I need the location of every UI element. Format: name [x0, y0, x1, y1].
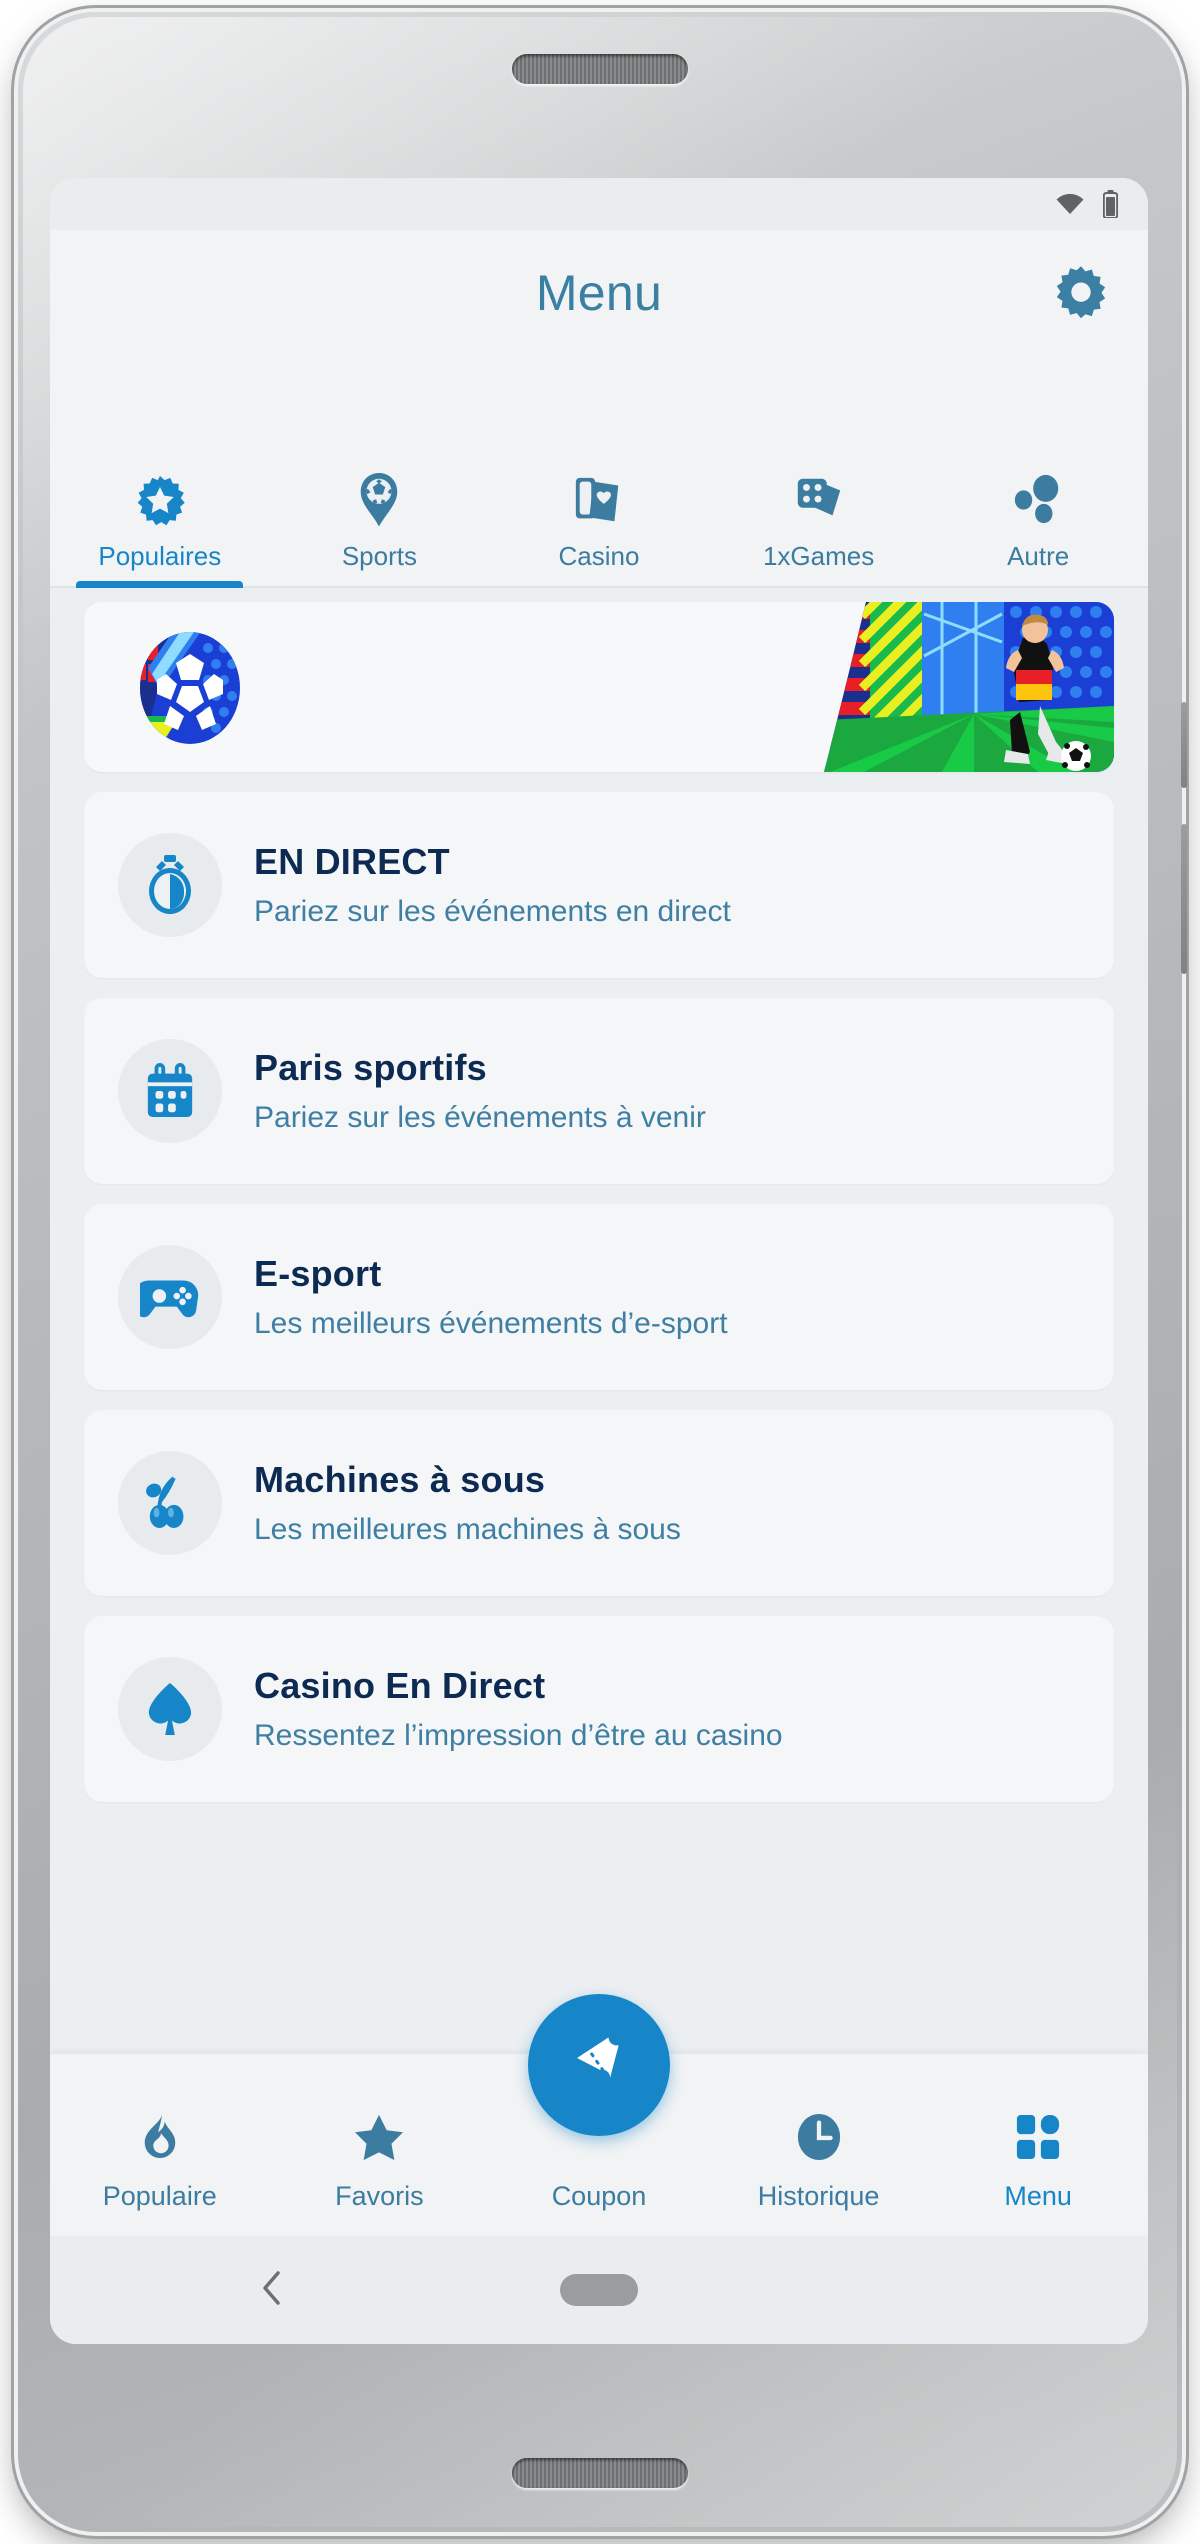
- menu-item-subtitle: Ressentez l’impression d’être au casino: [254, 1719, 783, 1752]
- tab-label: Autre: [1007, 541, 1070, 571]
- menu-item-title: Paris sportifs: [254, 1047, 487, 1088]
- app-header: Menu: [50, 230, 1148, 398]
- football-promo-banner[interactable]: [84, 602, 1114, 772]
- menu-item-title: Machines à sous: [254, 1459, 546, 1500]
- nav-item-label: Coupon: [551, 2181, 647, 2211]
- menu-content: EN DIRECT Pariez sur les événements en d…: [50, 588, 1148, 1802]
- menu-item-text: Machines à sous Les meilleures machines …: [254, 1459, 681, 1547]
- dice-icon: [792, 459, 846, 527]
- menu-item-e-sport[interactable]: E-sport Les meilleurs événements d’e-spo…: [84, 1204, 1114, 1390]
- power-button[interactable]: [1181, 702, 1187, 788]
- menu-item-text: EN DIRECT Pariez sur les événements en d…: [254, 841, 731, 929]
- tab-label: Populaires: [98, 541, 222, 571]
- menu-item-title: EN DIRECT: [254, 841, 450, 882]
- status-bar: [50, 178, 1148, 230]
- menu-item-paris-sportifs[interactable]: Paris sportifs Pariez sur les événements…: [84, 998, 1114, 1184]
- nav-item-menu[interactable]: Menu: [928, 2107, 1148, 2236]
- tab-autre[interactable]: Autre: [928, 398, 1148, 586]
- gear-icon: [1052, 262, 1110, 325]
- tab-populaires[interactable]: Populaires: [50, 398, 270, 588]
- wifi-icon: [1055, 193, 1085, 215]
- menu-item-subtitle: Les meilleures machines à sous: [254, 1513, 681, 1546]
- tab-1xgames[interactable]: 1xGames: [709, 398, 929, 586]
- phone-screen: Menu Populaires Sports Casino 1xGames Au…: [50, 178, 1148, 2344]
- nav-item-coupon[interactable]: Coupon: [489, 1994, 709, 2236]
- settings-button[interactable]: [1050, 262, 1112, 324]
- spade-icon: [118, 1657, 222, 1761]
- colorful-soccer-ball-icon: [132, 630, 248, 746]
- menu-item-title: Casino En Direct: [254, 1665, 546, 1706]
- soccer-player-illustration: [824, 602, 1114, 772]
- menu-item-text: E-sport Les meilleurs événements d’e-spo…: [254, 1253, 728, 1341]
- home-pill-icon[interactable]: [560, 2274, 638, 2306]
- bottom-navigation-bar: Populaire Favoris Coupon Historique Menu: [50, 1994, 1148, 2236]
- category-tabs: Populaires Sports Casino 1xGames Autre: [50, 398, 1148, 588]
- tab-label: 1xGames: [762, 541, 875, 571]
- tab-label: Casino: [558, 541, 640, 571]
- nav-item-favoris[interactable]: Favoris: [270, 2107, 490, 2236]
- nav-item-label: Favoris: [335, 2181, 424, 2211]
- page-title: Menu: [535, 265, 663, 321]
- menu-item-casino-en-direct[interactable]: Casino En Direct Ressentez l’impression …: [84, 1616, 1114, 1802]
- menu-item-text: Casino En Direct Ressentez l’impression …: [254, 1665, 783, 1753]
- menu-item-subtitle: Les meilleurs événements d’e-sport: [254, 1307, 728, 1340]
- soccer-ball-pin-icon: [354, 459, 404, 527]
- android-navigation-bar: [50, 2236, 1148, 2344]
- coupon-fab-button[interactable]: [527, 1994, 670, 2136]
- menu-item-subtitle: Pariez sur les événements à venir: [254, 1101, 706, 1134]
- nav-item-populaire[interactable]: Populaire: [50, 2107, 270, 2236]
- active-tab-indicator: [76, 581, 244, 588]
- cherries-icon: [118, 1451, 222, 1555]
- tab-label: Sports: [341, 541, 417, 571]
- tab-sports[interactable]: Sports: [270, 398, 490, 586]
- star-burst-icon: [134, 459, 186, 527]
- nav-item-label: Historique: [757, 2181, 880, 2211]
- volume-button[interactable]: [1181, 824, 1187, 974]
- menu-item-title: E-sport: [254, 1253, 382, 1294]
- menu-item-machines-a-sous[interactable]: Machines à sous Les meilleures machines …: [84, 1410, 1114, 1596]
- earpiece-speaker: [512, 54, 688, 84]
- battery-icon: [1102, 190, 1119, 219]
- menu-item-subtitle: Pariez sur les événements en direct: [254, 895, 731, 928]
- gamepad-icon: [118, 1245, 222, 1349]
- tab-casino[interactable]: Casino: [489, 398, 709, 586]
- chevron-left-icon[interactable]: [260, 2270, 284, 2311]
- menu-item-text: Paris sportifs Pariez sur les événements…: [254, 1047, 706, 1135]
- nav-item-historique[interactable]: Historique: [709, 2107, 929, 2236]
- ticket-icon: [568, 2035, 630, 2096]
- nav-item-label: Menu: [1004, 2181, 1072, 2211]
- grid-icon: [1015, 2107, 1061, 2167]
- flame-icon: [139, 2107, 181, 2167]
- nav-item-label: Populaire: [102, 2181, 217, 2211]
- playing-cards-icon: [572, 459, 626, 527]
- star-icon: [354, 2107, 404, 2167]
- stopwatch-icon: [118, 833, 222, 937]
- dots-group-icon: [1011, 459, 1065, 527]
- calendar-icon: [118, 1039, 222, 1143]
- menu-item-en-direct[interactable]: EN DIRECT Pariez sur les événements en d…: [84, 792, 1114, 978]
- clock-icon: [795, 2107, 843, 2167]
- bottom-speaker: [512, 2458, 688, 2488]
